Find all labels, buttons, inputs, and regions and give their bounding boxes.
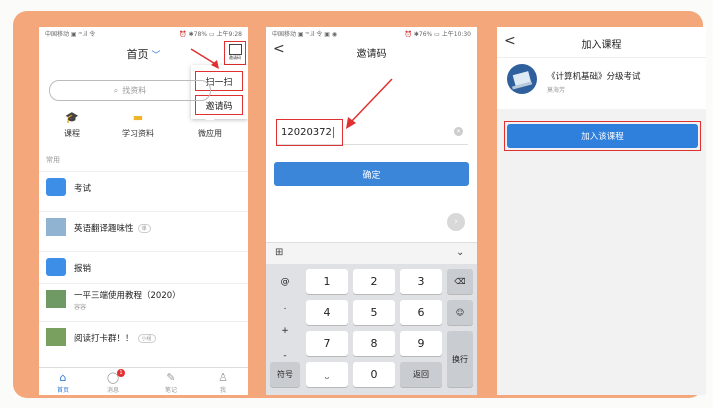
emoji-icon[interactable]: ☺ — [447, 300, 473, 325]
nav-bar: < 加入课程 — [497, 27, 706, 58]
status-bar: 中国移动 ▣ ᵐ.il 令 ⏰ ✱78% ▭ 上午9:28 — [39, 27, 248, 40]
status-left: 中国移动 ▣ ᵐ.il 令 ▣ ◉ — [272, 31, 338, 38]
app-icon: ▬ — [204, 111, 216, 124]
phone-home-screen: 中国移动 ▣ ᵐ.il 令 ⏰ ✱78% ▭ 上午9:28 首页 ﹀ 邀请码 扫一… — [39, 27, 248, 395]
key-9[interactable]: 9 — [400, 331, 442, 356]
course-title: 《计算机基础》分级考试 — [547, 72, 641, 82]
grid-item-materials[interactable]: ▬ 学习资料 — [113, 111, 163, 139]
tab-me[interactable]: ♙ 我 — [203, 371, 243, 394]
graduation-cap-icon: 🎓 — [65, 111, 79, 124]
list-item-label: 阅读打卡群！！ 小组 — [74, 332, 156, 344]
search-icon: ⌕ — [113, 85, 119, 95]
content-background — [497, 109, 706, 395]
numeric-keyboard: @ . + - 1 2 3 ⌫ 4 5 6 ☺ 7 8 9 换行 符号 ⎵ 0 … — [266, 264, 477, 395]
invite-code-input[interactable]: 12020372 — [276, 119, 343, 146]
key-5[interactable]: 5 — [353, 300, 395, 325]
unread-badge: 1 — [117, 369, 125, 377]
exam-icon — [46, 178, 66, 196]
space-key[interactable]: ⎵ — [306, 362, 348, 387]
note-icon: ✎ — [166, 371, 176, 384]
symbol-key[interactable]: 符号 — [270, 362, 300, 387]
list-item[interactable]: 报销 — [39, 251, 248, 282]
grid-item-label: 课程 — [64, 129, 80, 138]
status-right: ⏰ ✱78% ▭ 上午9:28 — [179, 31, 242, 38]
key-6[interactable]: 6 — [400, 300, 442, 325]
badge: 课 — [137, 224, 151, 233]
join-course-button[interactable]: 加入该课程 — [507, 124, 698, 148]
key-dot[interactable]: . — [270, 296, 300, 318]
laptop-icon — [512, 71, 533, 90]
key-plus[interactable]: + — [270, 320, 300, 342]
backspace-icon[interactable]: ⌫ — [447, 269, 473, 294]
status-bar: 中国移动 ▣ ᵐ.il 令 ▣ ◉ ⏰ ✱76% ▭ 上午10:30 — [266, 27, 477, 40]
return-key[interactable]: 返回 — [400, 362, 442, 387]
chat-icon: ◯ — [106, 371, 120, 384]
list-item-sub: 容容 — [74, 304, 87, 311]
page-title: 加入课程 — [581, 40, 622, 51]
scan-frame-icon — [229, 44, 242, 55]
confirm-button[interactable]: 确定 — [274, 162, 469, 186]
text-cursor — [332, 127, 334, 138]
grid-item-course[interactable]: 🎓 课程 — [47, 111, 97, 139]
keyboard-toolbar: ⊞ ⌄ — [266, 242, 477, 265]
course-card: 《计算机基础》分级考试 莫海芳 — [497, 57, 706, 105]
join-course-highlight: 加入该课程 — [504, 121, 701, 151]
list-item[interactable]: 英语翻译趣味性课 — [39, 211, 248, 242]
tab-home[interactable]: ⌂ 首页 — [43, 371, 83, 394]
tab-bar: ⌂ 首页 ◯ 消息 1 ✎ 笔记 ♙ 我 — [39, 367, 248, 395]
tab-notes[interactable]: ✎ 笔记 — [151, 371, 191, 394]
grid-item-label: 学习资料 — [122, 129, 154, 138]
grid-item-micro-app[interactable]: ▬ 微应用 — [185, 111, 235, 139]
folder-icon: ▬ — [132, 111, 144, 124]
reimburse-icon — [46, 258, 66, 276]
phone-invite-code-screen: 中国移动 ▣ ᵐ.il 令 ▣ ◉ ⏰ ✱76% ▭ 上午10:30 < 邀请码… — [266, 27, 477, 395]
phone-join-course-screen: < 加入课程 《计算机基础》分级考试 莫海芳 加入该课程 — [497, 27, 706, 395]
badge: 小组 — [137, 334, 156, 343]
status-right: ⏰ ✱76% ▭ 上午10:30 — [404, 31, 471, 38]
arrow-right-icon[interactable]: › — [447, 213, 465, 231]
key-at[interactable]: @ — [270, 270, 300, 294]
key-1[interactable]: 1 — [306, 269, 348, 294]
chevron-down-icon: ﹀ — [151, 51, 161, 61]
course-thumbnail — [507, 64, 537, 94]
key-7[interactable]: 7 — [306, 331, 348, 356]
keyboard-hide-icon[interactable]: ⌄ — [456, 247, 464, 258]
list-item-label: 考试 — [74, 184, 92, 194]
microphone-icon: ⎵ — [325, 369, 329, 379]
key-3[interactable]: 3 — [400, 269, 442, 294]
home-icon: ⌂ — [59, 371, 67, 384]
thumbnail — [46, 290, 66, 308]
thumbnail — [46, 218, 66, 236]
key-2[interactable]: 2 — [353, 269, 395, 294]
list-item[interactable]: 阅读打卡群！！ 小组 — [39, 321, 248, 352]
list-item-label: 一平三端使用教程（2020） — [74, 291, 181, 301]
key-8[interactable]: 8 — [353, 331, 395, 356]
page-title-text: 首页 — [126, 48, 149, 61]
newline-key[interactable]: 换行 — [447, 331, 473, 387]
grid-item-label: 微应用 — [198, 129, 222, 138]
page-title: 邀请码 — [356, 49, 387, 60]
search-input[interactable]: ⌕ 找资料 — [49, 80, 211, 101]
grid-icon[interactable]: ⊞ — [275, 247, 283, 258]
course-author: 莫海芳 — [547, 87, 566, 94]
search-placeholder: 找资料 — [122, 86, 147, 95]
list-item[interactable]: 考试 — [39, 171, 248, 202]
tab-messages[interactable]: ◯ 消息 1 — [93, 369, 133, 394]
nav-bar: < 邀请码 — [266, 41, 477, 61]
thumbnail — [46, 328, 66, 346]
person-icon: ♙ — [218, 371, 228, 384]
key-4[interactable]: 4 — [306, 300, 348, 325]
list-item-label: 报销 — [74, 264, 92, 274]
list-item[interactable]: 一平三端使用教程（2020） 容容 — [39, 283, 248, 314]
clear-icon[interactable]: ✕ — [454, 127, 463, 136]
pointer-arrow — [190, 48, 219, 69]
list-item-label: 英语翻译趣味性课 — [74, 222, 151, 234]
key-0[interactable]: 0 — [353, 362, 395, 387]
tutorial-canvas: 中国移动 ▣ ᵐ.il 令 ⏰ ✱78% ▭ 上午9:28 首页 ﹀ 邀请码 扫一… — [0, 0, 713, 408]
invite-code-value: 12020372 — [281, 127, 332, 138]
status-left: 中国移动 ▣ ᵐ.il 令 — [45, 31, 96, 38]
section-label: 常用 — [46, 156, 60, 164]
